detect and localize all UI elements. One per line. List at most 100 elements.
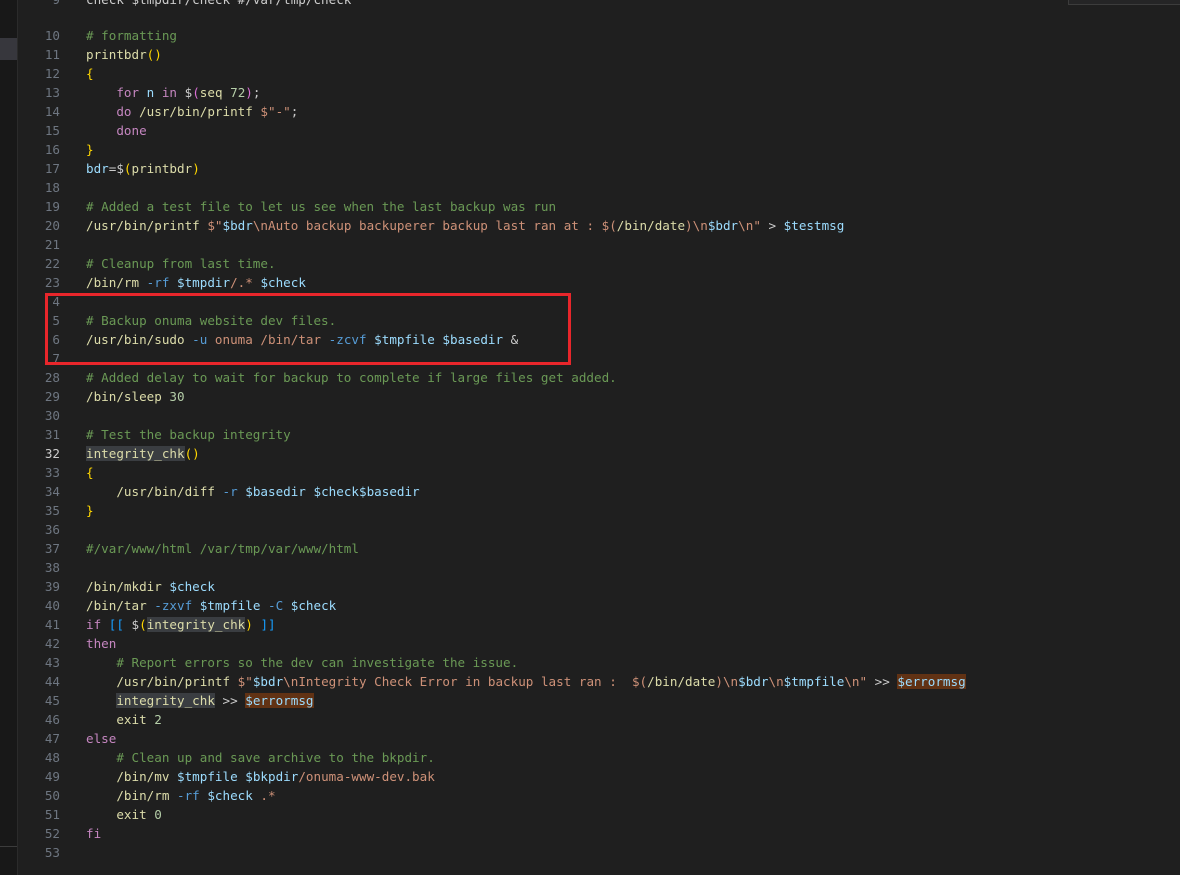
code-line[interactable]: 42 then [0,634,1180,653]
code-token: # Added a test file to let us see when t… [86,199,557,214]
code-line[interactable]: 18 [0,178,1180,197]
code-token: ( [139,617,147,632]
code-line[interactable]: 17 bdr=$(printbdr) [0,159,1180,178]
code-token: -C [268,598,291,613]
code-line[interactable]: 39/bin/mkdir $check [0,577,1180,596]
code-line[interactable]: 37 #/var/www/html /var/tmp/var/www/html [0,539,1180,558]
code-line[interactable]: 48 # Clean up and save archive to the bk… [0,748,1180,767]
code-line[interactable]: 20/usr/bin/printf $"$bdr\nAuto backup ba… [0,216,1180,235]
code-token: $basedir [442,332,511,347]
code-line[interactable]: 9 check $tmpdir/check #/var/tmp/check [0,0,1180,9]
code-line[interactable]: 4 [0,292,1180,311]
code-line[interactable]: 7 [0,349,1180,368]
line-number: 40 [44,598,60,613]
line-number: 20 [44,218,60,233]
code-text: /usr/bin/printf $"$bdr\nIntegrity Check … [86,672,966,691]
code-line[interactable]: 31 # Test the backup integrity [0,425,1180,444]
code-token: /usr/bin/printf [86,674,238,689]
code-token: ) [245,617,261,632]
line-number: 16 [44,142,60,157]
code-text: } [86,501,94,520]
code-text: /usr/bin/sudo -u onuma /bin/tar -zcvf $t… [86,330,518,349]
code-token: $tmpdir [177,275,231,290]
line-number: 33 [44,465,60,480]
code-line[interactable]: 28 # Added delay to wait for backup to co… [0,368,1180,387]
code-token: else [86,731,117,746]
code-line[interactable]: 10 # formatting [0,26,1180,45]
code-token: check $tmpdir/check #/var/tmp/check [86,0,351,7]
code-token: /bin/rm [86,788,177,803]
code-text: integrity_chk >> $errormsg [86,691,314,710]
code-token: ) [192,161,200,176]
code-token: integrity_chk [146,617,246,632]
line-number: 13 [44,85,60,100]
code-token: $check [207,788,261,803]
code-line[interactable]: 51 exit 0 [0,805,1180,824]
code-line[interactable]: 6/usr/bin/sudo -u onuma /bin/tar -zcvf $… [0,330,1180,349]
code-token: integrity_chk [86,446,185,461]
code-token: # Cleanup from last time. [86,256,276,271]
code-line[interactable]: 38 [0,558,1180,577]
code-line[interactable]: 45 integrity_chk >> $errormsg [0,691,1180,710]
code-token: onuma [214,332,261,347]
code-text: then [86,634,116,653]
code-editor[interactable]: 9 check $tmpdir/check #/var/tmp/check 10 # … [0,0,1180,875]
code-token: # Added delay to wait for backup to comp… [86,370,617,385]
code-line[interactable]: 16} [0,140,1180,159]
code-text: # Report errors so the dev can investiga… [86,653,518,672]
code-token: exit [86,807,155,822]
code-line[interactable]: 11 printbdr() [0,45,1180,64]
line-number: 41 [44,617,60,632]
line-number: 32 [44,446,60,461]
code-token: () [146,47,162,62]
code-token: ) [245,85,253,100]
code-line[interactable]: 43 # Report errors so the dev can invest… [0,653,1180,672]
line-number: 22 [44,256,60,271]
code-text: # Test the backup integrity [86,425,291,444]
code-line[interactable]: 14 do /usr/bin/printf $"-"; [0,102,1180,121]
code-token: if [86,617,109,632]
code-line[interactable]: 40/bin/tar -zxvf $tmpfile -C $check [0,596,1180,615]
line-number: 23 [44,275,60,290]
code-line[interactable]: 5 # Backup onuma website dev files. [0,311,1180,330]
code-token: $tmpfile [177,769,246,784]
code-line[interactable]: 46 exit 2 [0,710,1180,729]
code-line[interactable]: 35} [0,501,1180,520]
line-number: 53 [44,845,60,860]
code-line[interactable]: 23/bin/rm -rf $tmpdir/.* $check [0,273,1180,292]
code-line[interactable]: 49 /bin/mv $tmpfile $bkpdir/onuma-www-de… [0,767,1180,786]
code-token: \n [722,674,739,689]
code-token: \n" [738,218,769,233]
code-text: printbdr() [86,45,162,64]
line-number: 7 [52,351,60,366]
code-line[interactable]: 41 if [[ $(integrity_chk) ]] [0,615,1180,634]
code-line[interactable]: 47 else [0,729,1180,748]
code-line[interactable]: 19 # Added a test file to let us see when… [0,197,1180,216]
code-line[interactable]: 15 done [0,121,1180,140]
code-text: check $tmpdir/check #/var/tmp/check [86,0,351,9]
code-line[interactable]: 34 /usr/bin/diff -r $basedir $check$base… [0,482,1180,501]
code-token: $check [260,275,306,290]
line-number: 42 [44,636,60,651]
code-token: integrity_chk [116,693,215,708]
code-token: $bkpdir [245,769,299,784]
code-line[interactable]: 21 [0,235,1180,254]
code-line[interactable]: 30 [0,406,1180,425]
code-token: =$ [108,161,124,176]
code-text: fi [86,824,101,843]
code-line[interactable]: 22 # Cleanup from last time. [0,254,1180,273]
code-line[interactable]: 29/bin/sleep 30 [0,387,1180,406]
code-line[interactable]: 33 { [0,463,1180,482]
code-token: /.* [230,275,261,290]
code-line[interactable]: 32 integrity_chk() [0,444,1180,463]
code-line[interactable]: 44 /usr/bin/printf $"$bdr\nIntegrity Che… [0,672,1180,691]
code-line[interactable]: 12 { [0,64,1180,83]
code-line[interactable]: 52 fi [0,824,1180,843]
code-line[interactable]: 13 for n in $(seq 72); [0,83,1180,102]
code-line[interactable]: 53 [0,843,1180,862]
code-line[interactable]: 36 [0,520,1180,539]
code-line[interactable]: 50 /bin/rm -rf $check .* [0,786,1180,805]
line-number: 36 [44,522,60,537]
code-token: $check [169,579,215,594]
line-number: 30 [44,408,60,423]
